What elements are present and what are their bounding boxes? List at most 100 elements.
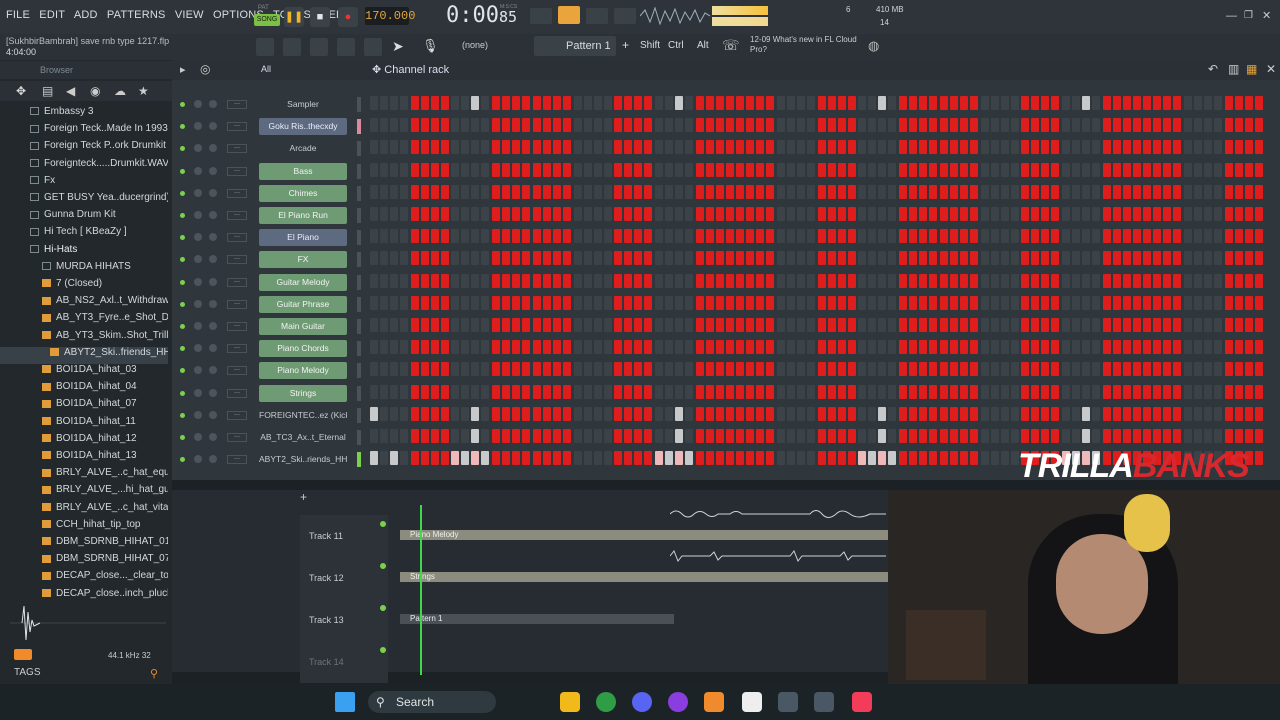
step-button[interactable] [654, 118, 663, 133]
step-button[interactable] [502, 273, 511, 288]
channel-mute-led[interactable] [180, 346, 185, 352]
mixer-icon[interactable] [337, 38, 355, 56]
plugin-icon[interactable] [364, 38, 382, 56]
step-button[interactable] [644, 429, 653, 443]
step-button[interactable] [797, 384, 805, 399]
step-button[interactable] [502, 184, 511, 199]
step-button[interactable] [593, 362, 602, 377]
step-button[interactable] [1153, 96, 1162, 110]
step-button[interactable] [1153, 429, 1162, 443]
step-button[interactable] [674, 273, 683, 288]
step-button[interactable] [990, 140, 999, 155]
step-button[interactable] [1254, 340, 1263, 355]
step-button[interactable] [868, 273, 877, 288]
step-button[interactable] [1031, 184, 1040, 199]
step-button[interactable] [725, 295, 734, 310]
pan-knob[interactable] [194, 100, 202, 108]
step-button[interactable] [959, 162, 968, 177]
channel-name-button[interactable]: El Piano Run [259, 207, 347, 224]
step-button[interactable] [370, 451, 378, 466]
step-button[interactable] [380, 384, 388, 399]
step-button[interactable] [1061, 318, 1070, 332]
step-button[interactable] [380, 162, 388, 177]
step-button[interactable] [522, 251, 531, 266]
step-button[interactable] [705, 184, 714, 199]
step-button[interactable] [512, 451, 521, 466]
browser-item[interactable]: Foreign Teck P..ork Drumkit [0, 140, 168, 157]
step-button[interactable] [522, 362, 531, 377]
step-button[interactable] [725, 207, 734, 221]
step-button[interactable] [868, 384, 877, 399]
step-button[interactable] [461, 140, 470, 155]
step-button[interactable] [542, 451, 551, 466]
step-button[interactable] [919, 362, 928, 377]
step-button[interactable] [674, 451, 683, 466]
step-button[interactable] [1091, 406, 1100, 421]
step-button[interactable] [1224, 384, 1233, 399]
step-button[interactable] [1194, 184, 1202, 199]
channel-rack-icon[interactable] [310, 38, 328, 56]
play-arrow-icon[interactable]: ➤ [392, 38, 404, 55]
step-button[interactable] [817, 118, 826, 133]
step-button[interactable] [787, 162, 795, 177]
step-button[interactable] [1143, 429, 1152, 443]
step-button[interactable] [370, 118, 378, 133]
step-button[interactable] [969, 118, 978, 133]
step-button[interactable] [858, 207, 867, 221]
step-button[interactable] [777, 184, 785, 199]
step-button[interactable] [949, 273, 958, 288]
step-button[interactable] [1143, 96, 1152, 110]
step-button[interactable] [827, 340, 836, 355]
step-button[interactable] [695, 96, 704, 110]
browser-item[interactable]: BOI1DA_hihat_13 [0, 450, 168, 467]
step-button[interactable] [1061, 229, 1070, 244]
step-button[interactable] [440, 273, 449, 288]
step-button[interactable] [1163, 140, 1172, 155]
step-button[interactable] [603, 229, 612, 244]
step-button[interactable] [990, 362, 999, 377]
step-button[interactable] [715, 406, 724, 421]
step-button[interactable] [858, 118, 867, 133]
step-button[interactable] [644, 207, 653, 221]
step-button[interactable] [573, 184, 582, 199]
step-button[interactable] [664, 140, 673, 155]
mixer-track-selector[interactable]: --- [227, 277, 247, 287]
step-button[interactable] [746, 318, 755, 332]
step-button[interactable] [1041, 207, 1050, 221]
step-button[interactable] [837, 318, 846, 332]
step-button[interactable] [1031, 429, 1040, 443]
step-button[interactable] [512, 207, 521, 221]
step-button[interactable] [787, 251, 795, 266]
step-button[interactable] [878, 295, 887, 310]
step-button[interactable] [715, 207, 724, 221]
step-button[interactable] [939, 384, 948, 399]
step-button[interactable] [1204, 184, 1212, 199]
step-button[interactable] [674, 362, 683, 377]
step-button[interactable] [980, 207, 989, 221]
step-button[interactable] [512, 140, 521, 155]
step-button[interactable] [817, 273, 826, 288]
pan-knob[interactable] [194, 344, 202, 353]
step-button[interactable] [746, 118, 755, 133]
step-button[interactable] [695, 406, 704, 421]
step-button[interactable] [715, 162, 724, 177]
step-button[interactable] [1204, 384, 1212, 399]
plugin-browser-icon[interactable]: ◉ [90, 84, 100, 98]
step-button[interactable] [827, 140, 836, 155]
step-button[interactable] [481, 295, 490, 310]
channel-mute-led[interactable] [180, 124, 185, 130]
step-button[interactable] [817, 384, 826, 399]
step-button[interactable] [370, 140, 378, 155]
step-button[interactable] [1031, 406, 1040, 421]
step-button[interactable] [1204, 140, 1212, 155]
step-button[interactable] [624, 340, 633, 355]
step-button[interactable] [980, 451, 989, 466]
step-button[interactable] [562, 162, 571, 177]
step-button[interactable] [430, 118, 439, 133]
step-button[interactable] [919, 295, 928, 310]
step-button[interactable] [400, 295, 408, 310]
step-button[interactable] [451, 384, 460, 399]
step-button[interactable] [777, 295, 785, 310]
step-button[interactable] [380, 318, 388, 332]
step-button[interactable] [674, 162, 683, 177]
